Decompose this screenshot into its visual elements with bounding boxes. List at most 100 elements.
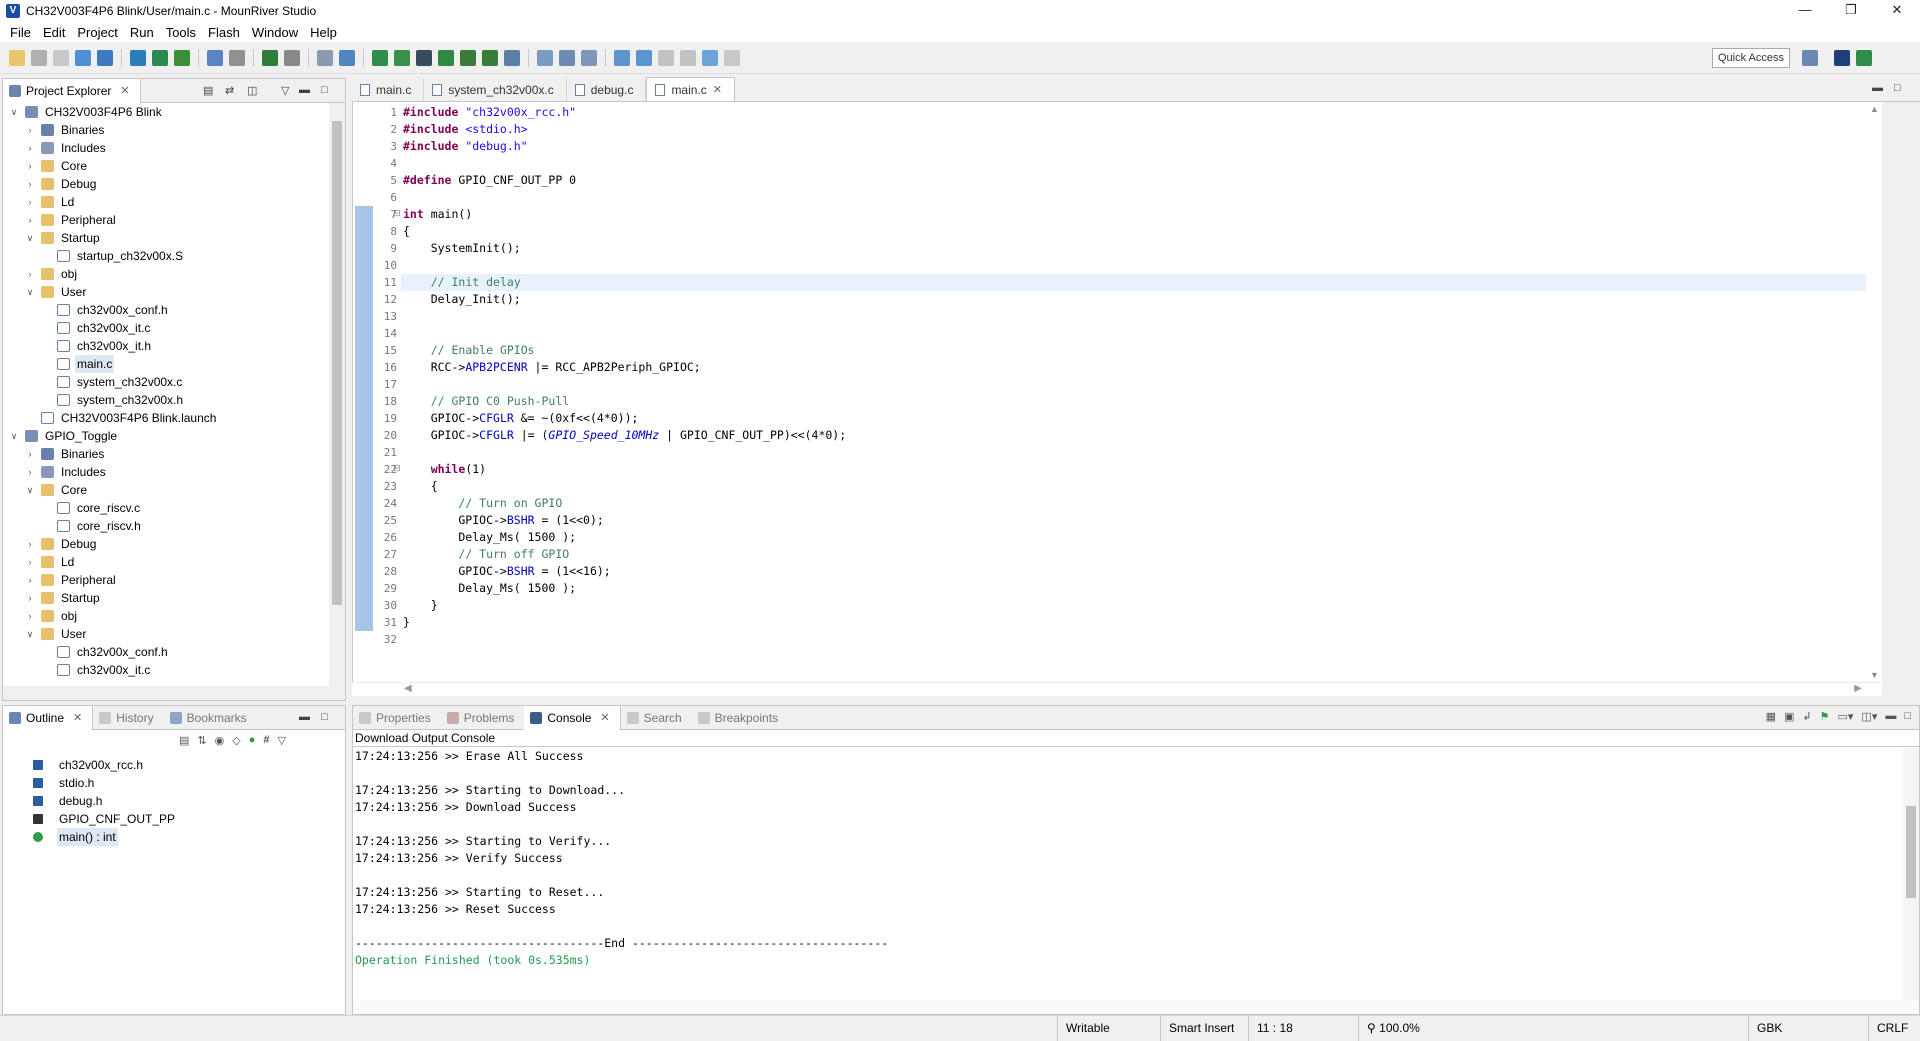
- expand-right-icon[interactable]: ›: [25, 121, 35, 139]
- step-over-icon[interactable]: [482, 49, 498, 66]
- new-icon[interactable]: [9, 49, 25, 66]
- fold-toggle-icon[interactable]: ⊟: [393, 463, 401, 474]
- menu-edit[interactable]: Edit: [37, 25, 71, 40]
- hide-fields-icon[interactable]: ◉: [215, 734, 225, 747]
- tree-item[interactable]: startup_ch32v00x.S: [3, 247, 329, 265]
- tree-item[interactable]: ch32v00x_conf.h: [3, 643, 329, 661]
- expand-right-icon[interactable]: ›: [25, 139, 35, 157]
- word-wrap-icon[interactable]: ↲: [1802, 710, 1811, 723]
- display-console-icon[interactable]: ▭▾: [1838, 710, 1854, 723]
- tree-item[interactable]: ch32v00x_it.h: [3, 337, 329, 355]
- expand-down-icon[interactable]: ∨: [9, 103, 19, 121]
- editor-maximize-icon[interactable]: □: [1894, 82, 1901, 94]
- tree-item[interactable]: CH32V003F4P6 Blink.launch: [3, 409, 329, 427]
- editor-vertical-scrollbar[interactable]: ▲ ▼: [1866, 102, 1882, 682]
- clear-console-icon[interactable]: ▦: [1766, 710, 1776, 723]
- expand-down-icon[interactable]: ∨: [9, 427, 19, 445]
- code-line[interactable]: [401, 155, 1882, 172]
- console-vertical-scrollbar[interactable]: [1903, 748, 1919, 1000]
- code-line[interactable]: {: [401, 478, 1882, 495]
- code-line[interactable]: // Init delay: [401, 274, 1882, 291]
- code-line[interactable]: RCC->APB2PCENR |= RCC_APB2Periph_GPIOC;: [401, 359, 1882, 376]
- code-editor[interactable]: 1 2 3 4 5 6 7 ⊟ 8 9 10 11 12 13 14 15 16 17 18 19 20 21 22 ⊟ 23 2…: [352, 102, 1882, 682]
- tree-item[interactable]: › Debug: [3, 175, 329, 193]
- tab-search[interactable]: Search: [621, 706, 692, 730]
- expand-right-icon[interactable]: ›: [25, 535, 35, 553]
- editor-tab[interactable]: debug.c: [567, 79, 647, 101]
- code-line[interactable]: }: [401, 597, 1882, 614]
- tree-item[interactable]: › Startup: [3, 589, 329, 607]
- tree-item[interactable]: › Binaries: [3, 121, 329, 139]
- debug-perspective-icon[interactable]: [1856, 50, 1872, 66]
- tree-item[interactable]: main.c: [3, 355, 329, 373]
- minimize-icon[interactable]: ▬: [1885, 710, 1896, 723]
- scroll-left-icon[interactable]: ◀: [404, 683, 412, 694]
- menu-window[interactable]: Window: [246, 25, 304, 40]
- close-icon[interactable]: ✕: [713, 83, 722, 96]
- code-line[interactable]: [401, 257, 1882, 274]
- open-perspective-icon[interactable]: [1802, 50, 1818, 66]
- expand-down-icon[interactable]: ∨: [25, 625, 35, 643]
- tree-item[interactable]: ∨ CH32V003F4P6 Blink: [3, 103, 329, 121]
- menu-tools[interactable]: Tools: [160, 25, 202, 40]
- tab-project-explorer[interactable]: Project Explorer ✕: [3, 78, 141, 103]
- expand-right-icon[interactable]: ›: [25, 445, 35, 463]
- outline-item[interactable]: stdio.h: [3, 774, 345, 792]
- collapse-all-icon[interactable]: ▤: [179, 734, 189, 747]
- expand-right-icon[interactable]: ›: [25, 571, 35, 589]
- code-line[interactable]: [401, 444, 1882, 461]
- verify-icon[interactable]: [394, 49, 410, 66]
- tree-item[interactable]: ∨ Startup: [3, 229, 329, 247]
- scroll-down-icon[interactable]: ▼: [1870, 670, 1879, 680]
- tree-item[interactable]: core_riscv.h: [3, 517, 329, 535]
- tree-item[interactable]: ch32v00x_conf.h: [3, 301, 329, 319]
- close-icon[interactable]: ✕: [120, 84, 129, 97]
- menu-project[interactable]: Project: [71, 25, 123, 40]
- scroll-right-icon[interactable]: ▶: [1854, 683, 1862, 694]
- skip-breakpoints-icon[interactable]: [284, 49, 300, 66]
- expand-right-icon[interactable]: ›: [25, 463, 35, 481]
- import-icon[interactable]: [130, 49, 146, 66]
- flash-icon[interactable]: [372, 49, 388, 66]
- print-icon[interactable]: [229, 49, 245, 66]
- step-return-icon[interactable]: [504, 49, 520, 66]
- code-line[interactable]: GPIOC->CFGLR |= (GPIO_Speed_10MHz | GPIO…: [401, 427, 1882, 444]
- code-line[interactable]: GPIOC->BSHR = (1<<16);: [401, 563, 1882, 580]
- code-line[interactable]: Delay_Ms( 1500 );: [401, 580, 1882, 597]
- editor-tab[interactable]: system_ch32v00x.c: [424, 79, 567, 101]
- code-line[interactable]: }: [401, 614, 1882, 631]
- editor-minimize-icon[interactable]: ▬: [1872, 82, 1883, 94]
- tree-item[interactable]: ∨ User: [3, 283, 329, 301]
- console-output[interactable]: 17:24:13:256 >> Erase All Success 17:24:1…: [355, 748, 1899, 1000]
- expand-down-icon[interactable]: ∨: [25, 481, 35, 499]
- tree-item[interactable]: › Includes: [3, 463, 329, 481]
- minimize-icon[interactable]: —: [1782, 0, 1828, 22]
- link-with-editor-icon[interactable]: ⇄: [225, 84, 234, 97]
- code-line[interactable]: GPIOC->CFGLR &= ~(0xf<<(4*0));: [401, 410, 1882, 427]
- tab-outline[interactable]: Outline ✕: [3, 705, 94, 730]
- scrollbar-thumb[interactable]: [332, 121, 342, 605]
- hide-nonpublic-icon[interactable]: ●: [249, 734, 256, 747]
- expand-right-icon[interactable]: ›: [25, 193, 35, 211]
- tree-item[interactable]: ∨ User: [3, 625, 329, 643]
- tree-item[interactable]: core_riscv.c: [3, 499, 329, 517]
- tree-item[interactable]: ∨ GPIO_Toggle: [3, 427, 329, 445]
- menu-file[interactable]: File: [4, 25, 37, 40]
- expand-down-icon[interactable]: ∨: [25, 283, 35, 301]
- code-line[interactable]: Delay_Init();: [401, 291, 1882, 308]
- last-edit-icon[interactable]: [680, 49, 696, 66]
- collapse-all-icon[interactable]: ▤: [203, 84, 213, 97]
- expand-right-icon[interactable]: ›: [25, 175, 35, 193]
- sort-icon[interactable]: ⇅: [197, 734, 206, 747]
- code-line[interactable]: [401, 308, 1882, 325]
- code-line[interactable]: while(1): [401, 461, 1882, 478]
- tree-item[interactable]: › Peripheral: [3, 571, 329, 589]
- open-project-icon[interactable]: [75, 49, 91, 66]
- code-line[interactable]: Delay_Ms( 1500 );: [401, 529, 1882, 546]
- pin-console-icon[interactable]: ⚑: [1820, 710, 1830, 723]
- expand-right-icon[interactable]: ›: [25, 265, 35, 283]
- code-line[interactable]: {: [401, 223, 1882, 240]
- tree-item[interactable]: system_ch32v00x.c: [3, 373, 329, 391]
- outline-item[interactable]: GPIO_CNF_OUT_PP: [3, 810, 345, 828]
- tree-item[interactable]: system_ch32v00x.h: [3, 391, 329, 409]
